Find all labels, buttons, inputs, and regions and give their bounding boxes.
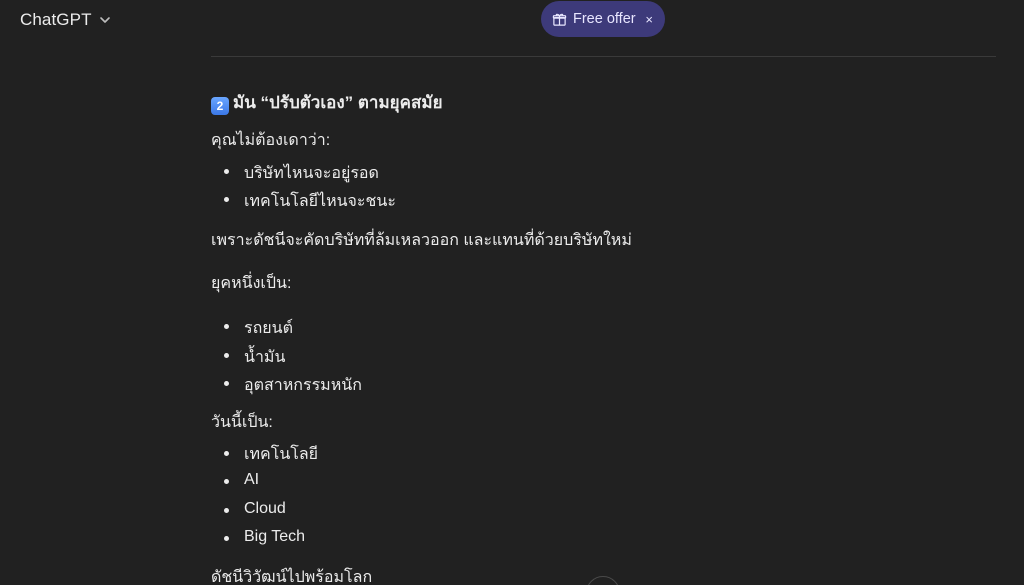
bullet-icon	[224, 536, 229, 541]
list-item-text: น้ำมัน	[244, 349, 286, 366]
list-item-text: AI	[244, 471, 260, 488]
bullet-icon	[224, 353, 229, 358]
offer-label: Free offer	[573, 11, 636, 27]
gift-icon	[552, 12, 567, 27]
bullet-icon	[224, 169, 229, 174]
bullet-icon	[224, 381, 229, 386]
chevron-down-icon	[98, 13, 112, 27]
bullet-icon	[224, 451, 229, 456]
free-offer-button[interactable]: Free offer ×	[541, 1, 665, 37]
top-bar: ChatGPT Free offer ×	[0, 0, 1024, 44]
divider	[211, 56, 996, 57]
scroll-down-button[interactable]	[586, 576, 620, 585]
section-heading: 2 มัน “ปรับตัวเอง” ตามยุคสมัย	[211, 89, 443, 116]
model-switcher[interactable]: ChatGPT	[12, 6, 120, 34]
list-item-text: Big Tech	[244, 528, 306, 545]
chat-window: ChatGPT Free offer × 2 มัน “ปรับตัวเอง” ต…	[0, 0, 1024, 585]
era-past-label: ยุคหนึ่งเป็น:	[211, 275, 292, 292]
list-item-text: อุตสาหกรรมหนัก	[244, 377, 362, 394]
list-item-text: เทคโนโลยีไหนจะชนะ	[244, 193, 396, 210]
list-item-text: Cloud	[244, 500, 286, 517]
reason-text: เพราะดัชนีจะคัดบริษัทที่ล้มเหลวออก และแท…	[211, 232, 632, 249]
era-now-label: วันนี้เป็น:	[211, 414, 273, 431]
model-name: ChatGPT	[20, 10, 92, 29]
intro-text: คุณไม่ต้องเดาว่า:	[211, 132, 331, 149]
list-item-text: รถยนต์	[244, 320, 293, 337]
bullet-icon	[224, 324, 229, 329]
heading-text: มัน “ปรับตัวเอง” ตามยุคสมัย	[233, 93, 443, 112]
list-item-text: บริษัทไหนจะอยู่รอด	[244, 165, 379, 182]
closing-text: ดัชนีวิวัฒน์ไปพร้อมโลก	[211, 569, 373, 585]
close-icon[interactable]: ×	[645, 13, 653, 26]
bullet-icon	[224, 197, 229, 202]
bullet-icon	[224, 479, 229, 484]
keycap-number-icon: 2	[211, 97, 229, 115]
list-item-text: เทคโนโลยี	[244, 446, 319, 463]
bullet-icon	[224, 508, 229, 513]
